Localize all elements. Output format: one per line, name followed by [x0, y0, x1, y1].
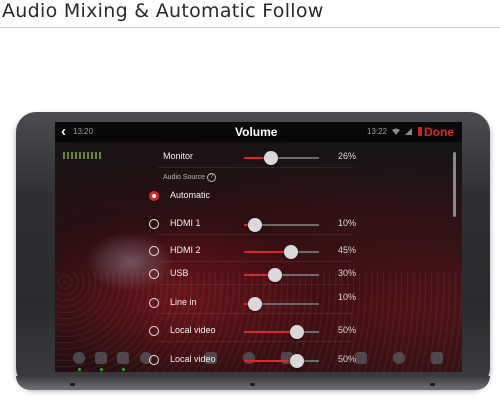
wifi-icon: [392, 128, 400, 135]
monitor-value: 26%: [337, 151, 356, 161]
device-screen: ‹ 13:20 Volume 13:22 Done Monitor 26% Au…: [55, 122, 462, 372]
audio-level-meter: [63, 152, 103, 159]
source-label: Line in: [170, 297, 197, 307]
source-value: 50%: [337, 354, 356, 364]
settings-icon[interactable]: [393, 352, 405, 364]
source-value: 45%: [337, 245, 356, 255]
source-slider[interactable]: [244, 325, 319, 339]
source-slider[interactable]: [244, 354, 319, 368]
radio-button[interactable]: [149, 326, 159, 336]
source-row-local-video-2[interactable]: Local video 50%: [148, 349, 393, 371]
source-row-line-in[interactable]: Line in 10%: [148, 292, 393, 314]
source-label: USB: [170, 268, 189, 278]
monitor-row: Monitor 26%: [148, 146, 393, 168]
source-slider[interactable]: [244, 218, 319, 232]
slider-thumb[interactable]: [290, 325, 304, 339]
slider-thumb[interactable]: [248, 297, 262, 311]
source-row-hdmi-2[interactable]: HDMI 2 45%: [148, 240, 393, 262]
radio-button[interactable]: [149, 219, 159, 229]
source-row-usb[interactable]: USB 30%: [148, 263, 393, 285]
facebook-icon[interactable]: [73, 352, 85, 364]
device-port: [70, 383, 75, 386]
page-title: Audio Mixing & Automatic Follow: [2, 0, 324, 22]
device-port: [250, 383, 255, 386]
slider-thumb[interactable]: [248, 218, 262, 232]
source-value: 10%: [337, 292, 356, 302]
source-row-local-video[interactable]: Local video 50%: [148, 320, 393, 342]
source-label: Automatic: [170, 190, 211, 200]
done-button[interactable]: Done: [424, 125, 454, 139]
radio-button[interactable]: [149, 269, 159, 279]
clock-right: 13:22: [367, 127, 388, 136]
monitor-label: Monitor: [163, 151, 194, 161]
source-value: 30%: [337, 268, 356, 278]
radio-button[interactable]: [149, 191, 159, 201]
device-port: [430, 383, 435, 386]
source-slider[interactable]: [244, 245, 319, 259]
slider-thumb[interactable]: [290, 354, 304, 368]
slider-thumb[interactable]: [268, 268, 282, 282]
radio-button[interactable]: [149, 246, 159, 256]
source-label: HDMI 2: [170, 245, 201, 255]
monitor-slider[interactable]: [244, 151, 319, 165]
slider-thumb[interactable]: [284, 245, 298, 259]
radio-button[interactable]: [149, 298, 159, 308]
dice-icon[interactable]: [431, 352, 443, 364]
clock-left: 13:20: [73, 127, 94, 136]
source-value: 50%: [337, 325, 356, 335]
source-label: Local video: [170, 325, 216, 335]
source-row-hdmi-1[interactable]: HDMI 1 10%: [148, 213, 393, 235]
status-dot: [122, 368, 125, 371]
source-label: HDMI 1: [170, 218, 201, 228]
scrollbar[interactable]: [453, 152, 456, 217]
youtube-icon[interactable]: [95, 352, 107, 364]
radio-button[interactable]: [149, 355, 159, 365]
slider-thumb[interactable]: [264, 151, 278, 165]
top-bar: ‹ 13:20 Volume 13:22 Done: [55, 122, 462, 142]
battery-icon: [418, 127, 422, 136]
audio-source-label: Audio Source: [163, 174, 206, 181]
source-slider[interactable]: [244, 297, 319, 311]
source-label: Local video: [170, 354, 216, 364]
title-divider: [0, 27, 500, 28]
source-value: 10%: [337, 218, 356, 228]
signal-icon: [405, 128, 412, 135]
help-icon[interactable]: ?: [207, 173, 216, 182]
source-slider[interactable]: [244, 268, 319, 282]
twitch-icon[interactable]: [117, 352, 129, 364]
status-dot: [78, 368, 81, 371]
status-dot: [100, 368, 103, 371]
screen-title: Volume: [235, 125, 278, 139]
source-row-automatic[interactable]: Automatic: [148, 185, 393, 207]
